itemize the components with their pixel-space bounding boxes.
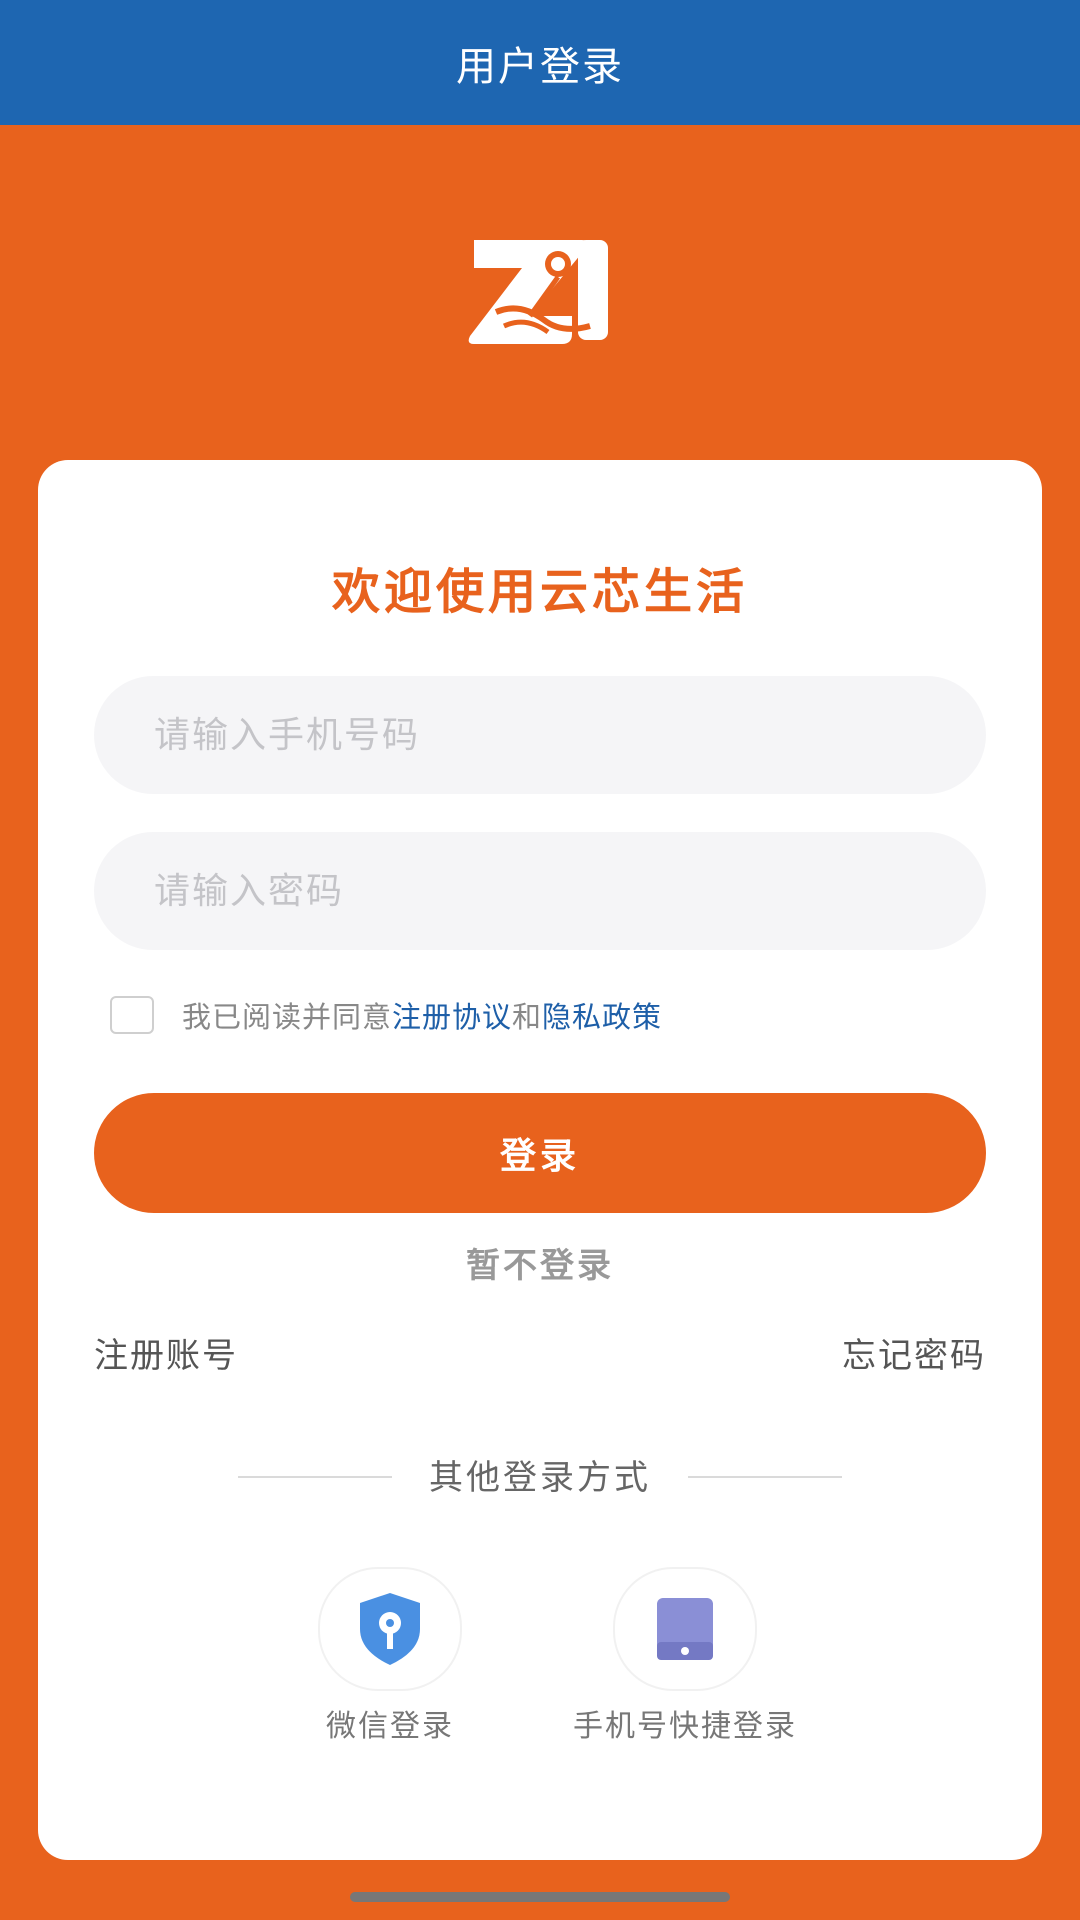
wechat-login-option[interactable]: 微信登录: [318, 1567, 462, 1745]
tablet-icon: [657, 1598, 713, 1660]
register-agreement-link[interactable]: 注册协议: [392, 994, 512, 1036]
page-title: 用户登录: [456, 43, 624, 90]
phone-quick-login-icon-circle[interactable]: [613, 1567, 757, 1691]
password-input[interactable]: [94, 832, 986, 950]
phone-quick-login-label: 手机号快捷登录: [573, 1709, 797, 1744]
wechat-login-icon-circle[interactable]: [318, 1567, 462, 1691]
skip-login-link[interactable]: 暂不登录: [38, 1238, 1042, 1287]
privacy-policy-link[interactable]: 隐私政策: [542, 994, 662, 1036]
app-header: 用户登录: [0, 0, 1080, 125]
register-account-link[interactable]: 注册账号: [94, 1328, 238, 1377]
phone-input[interactable]: [94, 676, 986, 794]
shield-key-icon: [360, 1593, 420, 1665]
agreement-row: 我已阅读并同意 注册协议 和 隐私政策: [110, 990, 662, 1040]
agreement-and: 和: [512, 1000, 543, 1034]
other-methods-title: 其他登录方式: [429, 1458, 651, 1498]
app-logo: [395, 185, 685, 405]
login-button[interactable]: 登录: [94, 1093, 986, 1213]
wechat-login-label: 微信登录: [326, 1709, 454, 1744]
zz-logo-icon: [468, 240, 608, 344]
welcome-title: 欢迎使用云芯生活: [331, 564, 748, 620]
agreement-checkbox[interactable]: [110, 996, 154, 1034]
home-indicator[interactable]: [350, 1892, 730, 1902]
divider-right: [688, 1476, 842, 1478]
phone-quick-login-option[interactable]: 手机号快捷登录: [573, 1567, 797, 1745]
forgot-password-link[interactable]: 忘记密码: [842, 1328, 986, 1377]
login-card: 欢迎使用云芯生活 我已阅读并同意 注册协议 和 隐私政策 登录 暂不登录 注册账…: [38, 460, 1042, 1860]
agreement-prefix: 我已阅读并同意: [182, 1000, 393, 1034]
